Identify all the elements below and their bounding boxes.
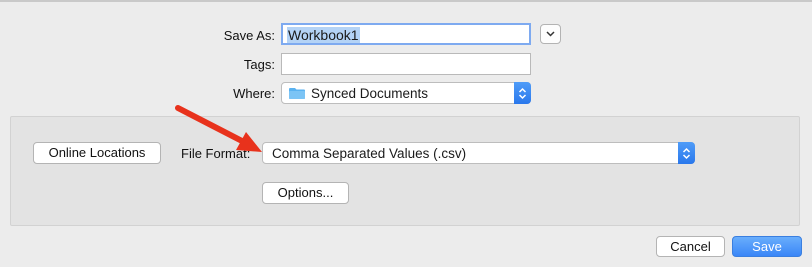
tags-label: Tags:: [243, 57, 275, 72]
file-format-popup[interactable]: Comma Separated Values (.csv): [262, 142, 695, 164]
file-format-stepper: [678, 142, 695, 164]
cancel-button[interactable]: Cancel: [656, 236, 725, 257]
options-button[interactable]: Options...: [262, 182, 349, 204]
where-stepper: [514, 82, 531, 104]
save-button[interactable]: Save: [732, 236, 802, 257]
up-down-arrows-icon: [682, 147, 691, 159]
file-format-value: Comma Separated Values (.csv): [272, 145, 467, 161]
options-panel: [10, 116, 800, 226]
online-locations-button[interactable]: Online Locations: [33, 142, 161, 164]
window-top-border: [0, 0, 812, 2]
tags-field[interactable]: [281, 53, 531, 75]
save-as-label: Save As:: [223, 28, 275, 43]
save-as-field[interactable]: Workbook1: [281, 23, 531, 45]
expand-dialog-button[interactable]: [540, 24, 561, 44]
red-arrow-icon: [175, 105, 262, 152]
up-down-arrows-icon: [518, 87, 527, 99]
folder-icon: [289, 88, 305, 99]
save-as-value: Workbook1: [287, 27, 360, 43]
where-value: Synced Documents: [311, 85, 429, 101]
chevron-down-icon: [546, 31, 555, 37]
where-popup[interactable]: Synced Documents: [281, 82, 531, 104]
where-label: Where:: [233, 86, 275, 101]
